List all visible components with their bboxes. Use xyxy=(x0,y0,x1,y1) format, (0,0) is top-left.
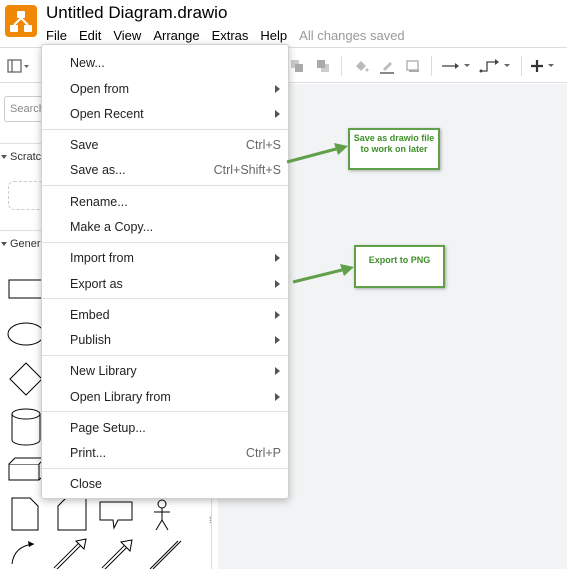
menu-item-print[interactable]: Print... Ctrl+P xyxy=(42,441,290,465)
menu-file[interactable]: File xyxy=(46,28,67,43)
waypoints-icon[interactable] xyxy=(478,48,514,84)
menu-item-open-from[interactable]: Open from xyxy=(42,77,290,101)
line-color-icon[interactable] xyxy=(378,48,396,84)
document-title[interactable]: Untitled Diagram.drawio xyxy=(46,3,227,23)
insert-plus-icon[interactable] xyxy=(527,48,561,84)
fill-color-icon[interactable] xyxy=(352,48,370,84)
menu-separator xyxy=(42,242,288,243)
to-back-icon[interactable] xyxy=(314,48,332,84)
menu-item-close[interactable]: Close xyxy=(42,472,290,496)
submenu-arrow-icon xyxy=(275,336,280,344)
submenu-arrow-icon xyxy=(275,85,280,93)
toolbar-separator xyxy=(521,56,522,76)
shadow-icon[interactable] xyxy=(404,48,422,84)
connection-arrow-icon[interactable] xyxy=(440,48,472,84)
diamond-shape-icon xyxy=(9,362,43,396)
format-panel-toggle-icon[interactable] xyxy=(4,48,32,84)
submenu-arrow-icon xyxy=(275,367,280,375)
ellipse-shape-icon xyxy=(7,322,45,346)
menu-item-open-recent[interactable]: Open Recent xyxy=(42,102,290,126)
cylinder-shape-icon xyxy=(11,408,41,446)
card-shape-icon xyxy=(57,497,87,531)
file-menu-dropdown: New... Open from Open Recent Save Ctrl+S … xyxy=(41,44,289,499)
menu-view[interactable]: View xyxy=(113,28,141,43)
submenu-arrow-icon xyxy=(275,280,280,288)
menu-separator xyxy=(42,185,288,186)
export-annotation-note: Export to PNG xyxy=(354,245,445,288)
line-shape-icon xyxy=(149,540,182,569)
menu-item-save-as[interactable]: Save as... Ctrl+Shift+S xyxy=(42,158,290,182)
menu-separator xyxy=(42,298,288,299)
rectangle-shape-icon xyxy=(8,279,46,299)
callout-shape-icon xyxy=(99,501,133,530)
to-front-icon[interactable] xyxy=(288,48,306,84)
menu-item-open-library-from[interactable]: Open Library from xyxy=(42,385,290,409)
export-annotation-arrow xyxy=(292,264,354,284)
document-shape-icon xyxy=(11,497,39,531)
menu-item-export-as[interactable]: Export as xyxy=(42,272,290,296)
save-annotation-note: Save as drawio file to work on later xyxy=(348,128,440,170)
save-status: All changes saved xyxy=(299,27,405,43)
menu-edit[interactable]: Edit xyxy=(79,28,101,43)
curved-arrow-shape-icon xyxy=(11,541,35,565)
menu-help[interactable]: Help xyxy=(260,28,287,43)
menu-extras[interactable]: Extras xyxy=(212,28,249,43)
menubar: File Edit View Arrange Extras Help All c… xyxy=(46,26,405,44)
menu-item-new[interactable]: New... xyxy=(42,51,290,75)
drawio-window: Untitled Diagram.drawio File Edit View A… xyxy=(0,0,567,569)
submenu-arrow-icon xyxy=(275,393,280,401)
toolbar-separator xyxy=(341,56,342,76)
menu-separator xyxy=(42,355,288,356)
submenu-arrow-icon xyxy=(275,311,280,319)
menu-separator xyxy=(42,468,288,469)
menu-item-publish[interactable]: Publish xyxy=(42,328,290,352)
menu-item-make-a-copy[interactable]: Make a Copy... xyxy=(42,215,290,239)
bidirectional-arrow-shape-icon xyxy=(53,538,87,569)
menu-item-page-setup[interactable]: Page Setup... xyxy=(42,416,290,440)
arrow-shape-icon xyxy=(101,539,133,569)
panel-resize-handle[interactable]: ⁞ xyxy=(209,515,212,525)
menu-arrange[interactable]: Arrange xyxy=(153,28,199,43)
save-annotation-arrow xyxy=(286,143,348,164)
menu-item-save[interactable]: Save Ctrl+S xyxy=(42,133,290,157)
toolbar-separator xyxy=(431,56,432,76)
drawio-logo-icon[interactable] xyxy=(5,5,37,37)
actor-shape-icon xyxy=(154,499,170,531)
menu-item-new-library[interactable]: New Library xyxy=(42,359,290,383)
cube-shape-icon xyxy=(8,457,47,481)
submenu-arrow-icon xyxy=(275,110,280,118)
menu-separator xyxy=(42,129,288,130)
menu-item-rename[interactable]: Rename... xyxy=(42,190,290,214)
menu-item-import-from[interactable]: Import from xyxy=(42,246,290,270)
menu-separator xyxy=(42,411,288,412)
menu-item-embed[interactable]: Embed xyxy=(42,303,290,327)
submenu-arrow-icon xyxy=(275,254,280,262)
